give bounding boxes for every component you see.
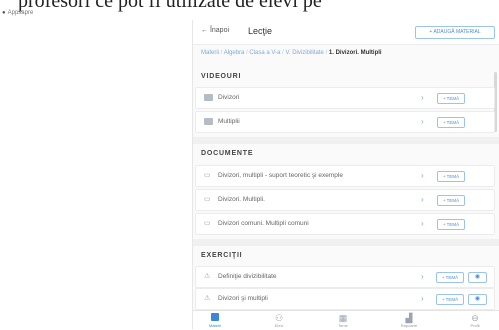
video-title: Multiplii	[218, 118, 240, 125]
section-divider	[193, 137, 499, 144]
breadcrumb-current: 1. Divizori. Multipli	[328, 50, 382, 56]
chart-icon: ▟	[405, 313, 413, 323]
arrow-left-icon: ←	[201, 27, 208, 34]
video-title: Divizori	[218, 94, 240, 101]
exercise-icon: ⚠	[204, 273, 211, 280]
section-title-documents: DOCUMENTE	[201, 150, 254, 157]
chevron-right-icon[interactable]: ›	[421, 294, 424, 303]
breadcrumb-item[interactable]: Materii	[201, 50, 219, 56]
back-label: Înapoi	[209, 27, 230, 34]
exercise-icon: ⚠	[204, 295, 211, 302]
app-label-text: Appsapre	[7, 10, 34, 16]
user-icon: ⊖	[471, 313, 479, 323]
section-divider	[193, 239, 499, 246]
document-item[interactable]: ▭ Divizori, multipli - suport teoretic ş…	[195, 165, 495, 187]
document-title: Divizori comuni. Multipli comuni	[218, 220, 309, 227]
top-bar: ← Înapoi Lecţie + ADAUGĂ MATERIAL	[193, 20, 499, 45]
chevron-right-icon[interactable]: ›	[421, 117, 424, 126]
breadcrumb: Materii / Algebra / Clasa a V-a / V. Div…	[201, 50, 382, 56]
video-icon	[204, 118, 213, 125]
video-icon	[204, 94, 213, 101]
lesson-screen: ← Înapoi Lecţie + ADAUGĂ MATERIAL Materi…	[192, 20, 499, 330]
banner-text: profesori ce pot fi utilizate de elevi p…	[18, 0, 322, 12]
document-icon: ▭	[204, 220, 211, 227]
add-homework-button[interactable]: + TEMĂ	[436, 294, 464, 305]
preview-eye-icon[interactable]: ◉	[468, 294, 487, 305]
nav-item-elevi[interactable]: ⚇ Elevi	[259, 313, 299, 329]
add-homework-button[interactable]: + TEMĂ	[437, 219, 465, 230]
nav-label: Materii	[208, 323, 221, 328]
document-icon: ▭	[204, 196, 211, 203]
chevron-right-icon[interactable]: ›	[421, 272, 424, 281]
document-item[interactable]: ▭ Divizori. Multipli. › + TEMĂ	[195, 189, 495, 211]
add-homework-button[interactable]: + TEMĂ	[437, 195, 465, 206]
video-item[interactable]: Divizori › + TEMĂ	[195, 87, 495, 109]
chevron-right-icon[interactable]: ›	[421, 219, 424, 228]
add-homework-button[interactable]: + TEMĂ	[437, 93, 465, 104]
nav-label: Elevi	[274, 323, 284, 328]
video-item[interactable]: Multiplii › + TEMĂ	[195, 111, 495, 133]
breadcrumb-item[interactable]: V. Divizibilitate	[285, 50, 323, 56]
nav-item-rapoarte[interactable]: ▟ Rapoarte	[389, 313, 429, 329]
breadcrumb-item[interactable]: Algebra	[224, 50, 245, 56]
exercise-title: Definiţie divizibilitate	[218, 273, 277, 280]
exercise-item[interactable]: ⚠ Divizori şi multipli › + TEMĂ ◉	[195, 288, 495, 310]
back-button[interactable]: ← Înapoi	[201, 27, 229, 34]
nav-item-profil[interactable]: ⊖ Profil	[455, 313, 495, 329]
book-icon	[195, 313, 235, 323]
bottom-navigation: Materii ⚇ Elevi ▦ Teme ▟ Rapoarte ⊖ Prof…	[193, 310, 499, 330]
add-homework-button[interactable]: + TEMĂ	[437, 171, 465, 182]
document-title: Divizori. Multipli.	[218, 196, 265, 203]
nav-label: Profil	[470, 323, 480, 328]
section-title-exercises: EXERCIŢII	[201, 252, 243, 259]
add-homework-button[interactable]: + TEMĂ	[436, 272, 464, 283]
add-homework-button[interactable]: + TEMĂ	[437, 117, 465, 128]
nav-item-teme[interactable]: ▦ Teme	[323, 313, 363, 329]
nav-label: Rapoarte	[400, 323, 418, 328]
document-icon: ▭	[204, 172, 211, 179]
breadcrumb-item[interactable]: Clasa a V-a	[249, 50, 280, 56]
chevron-right-icon[interactable]: ›	[421, 195, 424, 204]
preview-eye-icon[interactable]: ◉	[468, 272, 487, 283]
exercise-item[interactable]: ⚠ Definiţie divizibilitate › + TEMĂ ◉	[195, 266, 495, 288]
chevron-right-icon[interactable]: ›	[421, 93, 424, 102]
section-title-videos: VIDEOURI	[201, 73, 242, 80]
exercise-title: Divizori şi multipli	[218, 295, 268, 302]
calendar-icon: ▦	[338, 313, 348, 323]
app-dot-icon: ●	[2, 10, 6, 16]
app-label: ● Appsapre	[2, 10, 33, 16]
cropped-text-banner: profesori ce pot fi utilizate de elevi p…	[0, 0, 499, 14]
chevron-right-icon[interactable]: ›	[421, 171, 424, 180]
page-title: Lecţie	[248, 26, 273, 36]
document-title: Divizori, multipli - suport teoretic şi …	[218, 172, 343, 179]
add-material-button[interactable]: + ADAUGĂ MATERIAL	[415, 26, 495, 39]
people-icon: ⚇	[274, 313, 284, 323]
nav-item-materii[interactable]: Materii	[195, 313, 235, 329]
document-item[interactable]: ▭ Divizori comuni. Multipli comuni › + T…	[195, 213, 495, 235]
nav-label: Teme	[338, 323, 348, 328]
